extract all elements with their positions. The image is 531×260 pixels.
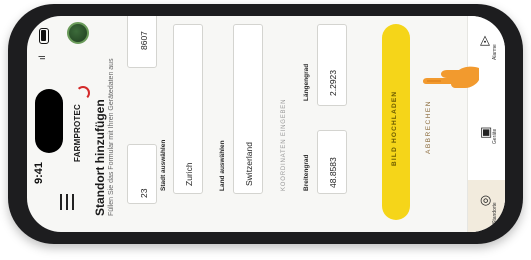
phone-frame: ıl 9:41 FARMPROTEC Standort hinzufügen F… [8,4,523,244]
city-label: Stadt auswählen [160,139,167,191]
status-time: 9:41 [33,161,45,184]
street-number-value: 23 [139,188,149,198]
postal-code-value: 8607 [139,31,149,50]
tab-label-alarme: Alarme [492,44,498,60]
avatar[interactable] [67,22,89,44]
bell-icon: ◬ [480,32,490,47]
logo-text: FARMPROTEC [73,104,82,162]
country-value: Switzerland [244,142,254,186]
latitude-value: 48.8583 [328,157,338,188]
tab-label-geraete: Geräte [492,128,498,144]
brand-logo: FARMPROTEC [71,86,93,164]
status-icons: ıl [35,26,53,66]
pointing-hand-icon [423,66,479,88]
signal-icon: ıl [37,55,47,61]
menu-icon[interactable] [60,194,74,210]
coordinates-section-label: KOORDINATEN EINGEBEN [281,98,287,191]
page-title: Standort hinzufügen [93,99,107,216]
latitude-label: Breitengrad [303,154,310,191]
logo-arc-icon [76,86,90,100]
device-icon: ▣ [480,124,493,139]
page-subtitle: Füllen Sie das Formular mit Ihren Geräte… [108,58,115,216]
longitude-value: 2.2923 [328,70,338,96]
battery-icon [39,28,49,44]
cancel-button[interactable]: ABBRECHEN [425,100,432,154]
upload-image-label: BILD HOCHLADEN [391,90,398,166]
longitude-label: Längengrad [303,63,310,101]
city-value: Zurich [184,162,194,186]
tab-label-standorte: Standorte [492,202,498,224]
app-screen: ıl 9:41 FARMPROTEC Standort hinzufügen F… [27,16,505,232]
country-label: Land auswählen [219,140,226,191]
bottom-tab-bar: ◎ Standorte ▣ Geräte ◬ Alarme [467,16,505,232]
dynamic-island [35,89,63,153]
location-pin-icon: ◎ [480,192,492,207]
